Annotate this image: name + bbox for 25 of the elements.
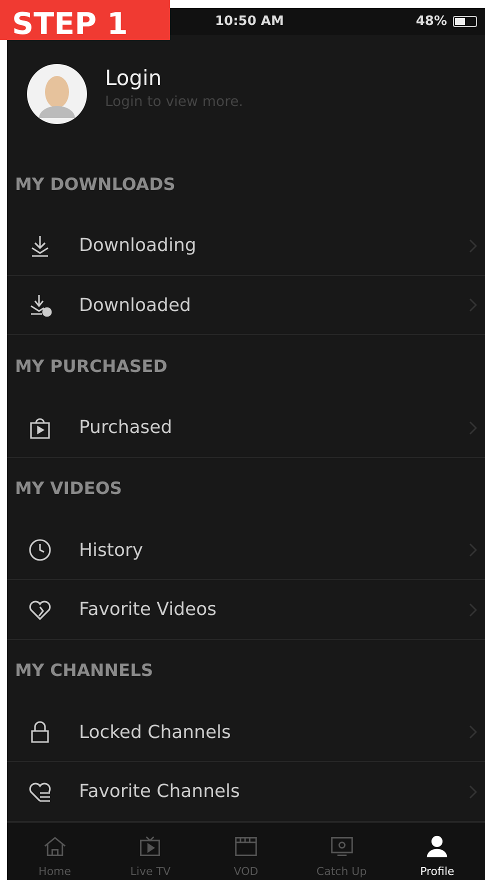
section-heading: MY CHANNELS (14, 660, 154, 684)
menu-item[interactable]: History (7, 521, 485, 580)
chevron-icon (469, 602, 477, 617)
menu-item[interactable]: Downloaded (7, 276, 485, 336)
section-heading: MY PURCHASED (14, 356, 168, 379)
battery-icon (453, 16, 477, 27)
section-heading: MY DOWNLOADS (14, 174, 176, 197)
tab-item[interactable]: Profile (389, 822, 485, 880)
chevron-icon (469, 420, 477, 435)
section-heading: MY VIDEOS (14, 478, 124, 502)
chevron-icon (469, 238, 477, 253)
menu-item[interactable]: Locked Channels (7, 703, 485, 762)
chevron-icon (469, 784, 477, 798)
status-time: 10:50 AM (215, 14, 284, 29)
step-badge: STEP 1 (0, 0, 170, 40)
battery-percent: 48% (416, 14, 447, 29)
chevron-icon (469, 725, 477, 740)
login-title[interactable]: Login (105, 66, 244, 90)
chevron-icon (469, 543, 477, 558)
clock-icon (27, 537, 53, 564)
avatar-icon[interactable] (27, 64, 87, 124)
chevron-icon (469, 298, 477, 312)
menu-item[interactable]: Downloading (7, 216, 485, 276)
menu-item[interactable]: Purchased (7, 398, 485, 458)
menu-item[interactable]: Favorite Videos (7, 580, 485, 640)
